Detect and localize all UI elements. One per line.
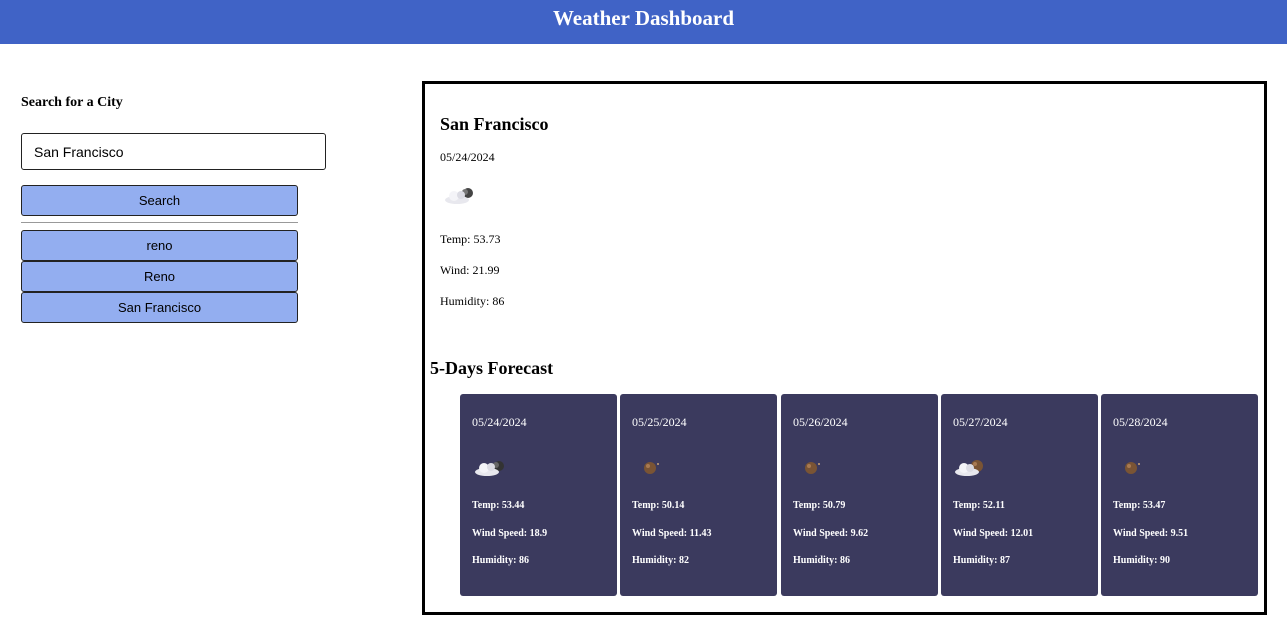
forecast-humidity: Humidity: 86: [793, 555, 850, 566]
search-label: Search for a City: [21, 95, 123, 110]
clear-night-icon: [644, 462, 659, 474]
forecast-card: 05/28/2024 Temp: 53.47 Wind Speed: 9.51 …: [1101, 394, 1258, 596]
forecast-date: 05/28/2024: [1113, 415, 1168, 429]
forecast-title: 5-Days Forecast: [430, 358, 554, 378]
history-divider: [21, 222, 298, 223]
forecast-card: 05/24/2024 Temp: 53.44 Wind Speed: 18.9 …: [460, 394, 617, 596]
forecast-humidity: Humidity: 86: [472, 555, 529, 566]
clear-night-icon: [805, 462, 820, 474]
search-button[interactable]: Search: [21, 185, 298, 216]
forecast-temp: Temp: 53.47: [1113, 500, 1166, 511]
city-search-input[interactable]: [21, 133, 326, 170]
history-button[interactable]: San Francisco: [21, 292, 298, 323]
forecast-wind: Wind Speed: 11.43: [632, 528, 712, 539]
history-button[interactable]: Reno: [21, 261, 298, 292]
forecast-card: 05/27/2024 Temp: 52.11 Wind Speed: 12.01…: [941, 394, 1098, 596]
forecast-temp: Temp: 50.14: [632, 500, 685, 511]
current-city-name: San Francisco: [440, 114, 549, 134]
forecast-wind: Wind Speed: 18.9: [472, 528, 548, 539]
current-date: 05/24/2024: [440, 150, 495, 164]
forecast-date: 05/25/2024: [632, 415, 687, 429]
clear-night-icon: [1125, 462, 1140, 474]
forecast-date: 05/27/2024: [953, 415, 1008, 429]
forecast-humidity: Humidity: 87: [953, 555, 1010, 566]
forecast-wind: Wind Speed: 9.62: [793, 528, 869, 539]
forecast-date: 05/26/2024: [793, 415, 848, 429]
forecast-card: 05/26/2024 Temp: 50.79 Wind Speed: 9.62 …: [781, 394, 938, 596]
current-humidity: Humidity: 86: [440, 294, 505, 308]
page-title: Weather Dashboard: [552, 6, 735, 30]
history-button[interactable]: reno: [21, 230, 298, 261]
forecast-humidity: Humidity: 90: [1113, 555, 1170, 566]
forecast-temp: Temp: 53.44: [472, 500, 525, 511]
partly-cloudy-night-icon: [955, 460, 983, 476]
forecast-humidity: Humidity: 82: [632, 555, 689, 566]
forecast-date: 05/24/2024: [472, 415, 527, 429]
forecast-temp: Temp: 50.79: [793, 500, 846, 511]
forecast-temp: Temp: 52.11: [953, 500, 1005, 511]
current-wind: Wind: 21.99: [440, 263, 500, 277]
current-temp: Temp: 53.73: [440, 232, 501, 246]
forecast-wind: Wind Speed: 9.51: [1113, 528, 1189, 539]
cloudy-night-icon: [475, 461, 504, 476]
forecast-card: 05/25/2024 Temp: 50.14 Wind Speed: 11.43…: [620, 394, 777, 596]
page-header: Weather Dashboard: [0, 0, 1287, 44]
cloudy-night-icon: [445, 188, 473, 204]
forecast-wind: Wind Speed: 12.01: [953, 528, 1034, 539]
